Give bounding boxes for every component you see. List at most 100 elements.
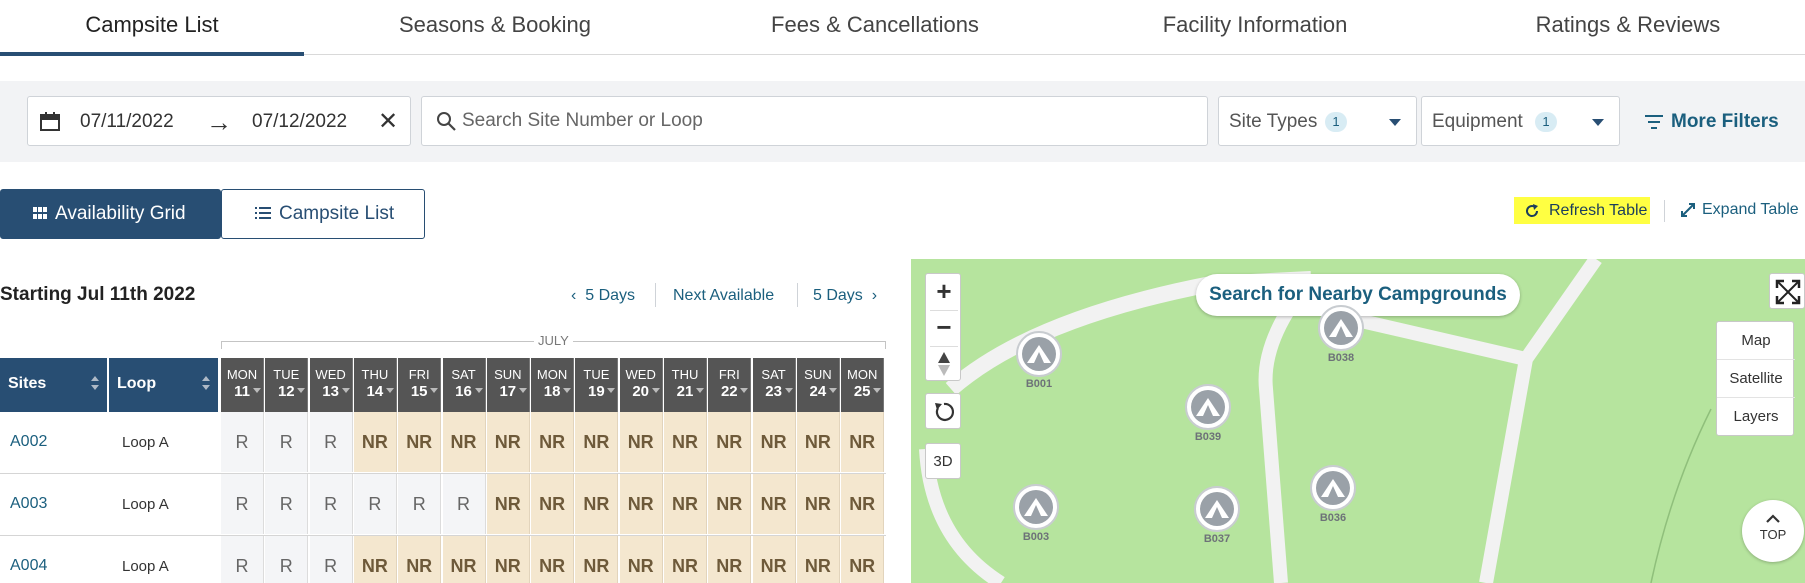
back-to-top-button[interactable]: TOP bbox=[1742, 500, 1804, 562]
start-date[interactable]: 07/11/2022 bbox=[80, 111, 174, 133]
availability-cell[interactable]: NR bbox=[841, 474, 885, 534]
equipment-dropdown[interactable]: Equipment 1 bbox=[1421, 96, 1620, 146]
day-column-header[interactable]: MON 25 bbox=[841, 358, 885, 412]
availability-cell[interactable]: NR bbox=[398, 536, 442, 583]
date-range-picker[interactable]: 07/11/2022 → 07/12/2022 ✕ bbox=[27, 96, 411, 146]
availability-cell[interactable]: NR bbox=[575, 536, 619, 583]
tab-ratings-reviews[interactable]: Ratings & Reviews bbox=[1478, 0, 1778, 55]
availability-grid-button[interactable]: Availability Grid bbox=[0, 189, 221, 239]
expand-table-button[interactable]: Expand Table bbox=[1680, 201, 1799, 219]
compass-button[interactable] bbox=[926, 346, 962, 382]
availability-cell[interactable]: R bbox=[265, 536, 309, 583]
availability-cell[interactable]: NR bbox=[796, 412, 840, 472]
availability-cell[interactable]: NR bbox=[575, 412, 619, 472]
availability-cell[interactable]: R bbox=[353, 474, 397, 534]
day-column-header[interactable]: THU 14 bbox=[353, 358, 397, 412]
availability-cell[interactable]: NR bbox=[486, 412, 530, 472]
availability-cell[interactable]: R bbox=[265, 412, 309, 472]
availability-cell[interactable]: NR bbox=[531, 412, 575, 472]
availability-cell[interactable]: NR bbox=[442, 412, 486, 472]
clear-dates-icon[interactable]: ✕ bbox=[378, 107, 398, 136]
availability-cell[interactable]: NR bbox=[353, 536, 397, 583]
availability-cell[interactable]: R bbox=[221, 536, 264, 583]
tab-campsite-list[interactable]: Campsite List bbox=[0, 0, 304, 56]
availability-cell[interactable]: NR bbox=[619, 412, 663, 472]
day-column-header[interactable]: TUE 19 bbox=[575, 358, 619, 412]
tab-facility-information[interactable]: Facility Information bbox=[1105, 0, 1405, 55]
tab-fees-cancellations[interactable]: Fees & Cancellations bbox=[725, 0, 1025, 55]
availability-cell[interactable]: NR bbox=[664, 412, 707, 472]
site-types-dropdown[interactable]: Site Types 1 bbox=[1218, 96, 1417, 146]
availability-cell[interactable]: NR bbox=[575, 474, 619, 534]
campsite-pin[interactable] bbox=[1318, 305, 1364, 351]
availability-cell[interactable]: NR bbox=[752, 474, 796, 534]
day-column-header[interactable]: FRI 15 bbox=[398, 358, 442, 412]
campsite-pin[interactable] bbox=[1310, 465, 1356, 511]
availability-cell[interactable]: NR bbox=[708, 412, 752, 472]
day-column-header[interactable]: SAT 23 bbox=[752, 358, 796, 412]
availability-cell[interactable]: NR bbox=[752, 412, 796, 472]
availability-cell[interactable]: NR bbox=[486, 536, 530, 583]
map-layer-map[interactable]: Map bbox=[1717, 322, 1795, 360]
availability-cell[interactable]: NR bbox=[664, 474, 707, 534]
availability-cell[interactable]: NR bbox=[752, 536, 796, 583]
sites-column-header[interactable]: Sites bbox=[0, 358, 107, 412]
availability-cell[interactable]: NR bbox=[619, 474, 663, 534]
day-column-header[interactable]: SUN 24 bbox=[796, 358, 840, 412]
availability-cell[interactable]: NR bbox=[708, 536, 752, 583]
map-layer-satellite[interactable]: Satellite bbox=[1717, 360, 1795, 398]
availability-cell[interactable]: R bbox=[398, 474, 442, 534]
more-filters-button[interactable]: More Filters bbox=[1645, 111, 1779, 133]
day-column-header[interactable]: MON 18 bbox=[531, 358, 575, 412]
tab-seasons-booking[interactable]: Seasons & Booking bbox=[345, 0, 645, 55]
zoom-in-button[interactable]: + bbox=[926, 274, 962, 310]
site-link[interactable]: A004 bbox=[10, 557, 117, 575]
availability-cell[interactable]: R bbox=[442, 474, 486, 534]
day-column-header[interactable]: TUE 12 bbox=[265, 358, 309, 412]
campsite-pin[interactable] bbox=[1013, 484, 1059, 530]
site-link[interactable]: A002 bbox=[10, 433, 117, 451]
availability-cell[interactable]: R bbox=[265, 474, 309, 534]
campground-map[interactable]: + − 3D Search for Nearby Campgrounds Map… bbox=[911, 259, 1805, 583]
day-column-header[interactable]: MON 11 bbox=[221, 358, 264, 412]
map-layer-layers[interactable]: Layers bbox=[1717, 398, 1795, 436]
zoom-out-button[interactable]: − bbox=[926, 310, 962, 346]
availability-cell[interactable]: NR bbox=[442, 536, 486, 583]
availability-cell[interactable]: R bbox=[309, 412, 353, 472]
campsite-pin[interactable] bbox=[1016, 331, 1062, 377]
refresh-table-button[interactable]: Refresh Table bbox=[1514, 197, 1650, 224]
day-column-header[interactable]: FRI 22 bbox=[708, 358, 752, 412]
availability-cell[interactable]: NR bbox=[796, 536, 840, 583]
availability-cell[interactable]: NR bbox=[841, 536, 885, 583]
campsite-pin[interactable] bbox=[1194, 486, 1240, 532]
day-column-header[interactable]: SAT 16 bbox=[442, 358, 486, 412]
availability-cell[interactable]: NR bbox=[841, 412, 885, 472]
day-column-header[interactable]: WED 13 bbox=[309, 358, 353, 412]
reset-rotation-button[interactable] bbox=[925, 393, 961, 429]
availability-cell[interactable]: NR bbox=[708, 474, 752, 534]
day-column-header[interactable]: SUN 17 bbox=[486, 358, 530, 412]
3d-toggle-button[interactable]: 3D bbox=[925, 443, 961, 479]
availability-cell[interactable]: NR bbox=[796, 474, 840, 534]
availability-cell[interactable]: NR bbox=[619, 536, 663, 583]
next-5-days-link[interactable]: 5 Days › bbox=[813, 287, 877, 305]
previous-5-days-link[interactable]: ‹ 5 Days bbox=[571, 287, 635, 305]
end-date[interactable]: 07/12/2022 bbox=[252, 111, 347, 133]
availability-cell[interactable]: R bbox=[221, 474, 264, 534]
fullscreen-button[interactable] bbox=[1769, 273, 1805, 309]
search-nearby-campgrounds-button[interactable]: Search for Nearby Campgrounds bbox=[1196, 274, 1520, 316]
availability-cell[interactable]: NR bbox=[398, 412, 442, 472]
search-input[interactable] bbox=[462, 97, 1192, 145]
availability-cell[interactable]: NR bbox=[353, 412, 397, 472]
day-column-header[interactable]: THU 21 bbox=[664, 358, 707, 412]
loop-column-header[interactable]: Loop bbox=[109, 358, 218, 412]
availability-cell[interactable]: R bbox=[309, 474, 353, 534]
next-available-link[interactable]: Next Available bbox=[673, 287, 774, 305]
availability-cell[interactable]: NR bbox=[531, 474, 575, 534]
availability-cell[interactable]: R bbox=[221, 412, 264, 472]
day-column-header[interactable]: WED 20 bbox=[619, 358, 663, 412]
availability-cell[interactable]: NR bbox=[531, 536, 575, 583]
site-link[interactable]: A003 bbox=[10, 495, 117, 513]
campsite-list-button[interactable]: Campsite List bbox=[221, 189, 425, 239]
availability-cell[interactable]: NR bbox=[664, 536, 707, 583]
